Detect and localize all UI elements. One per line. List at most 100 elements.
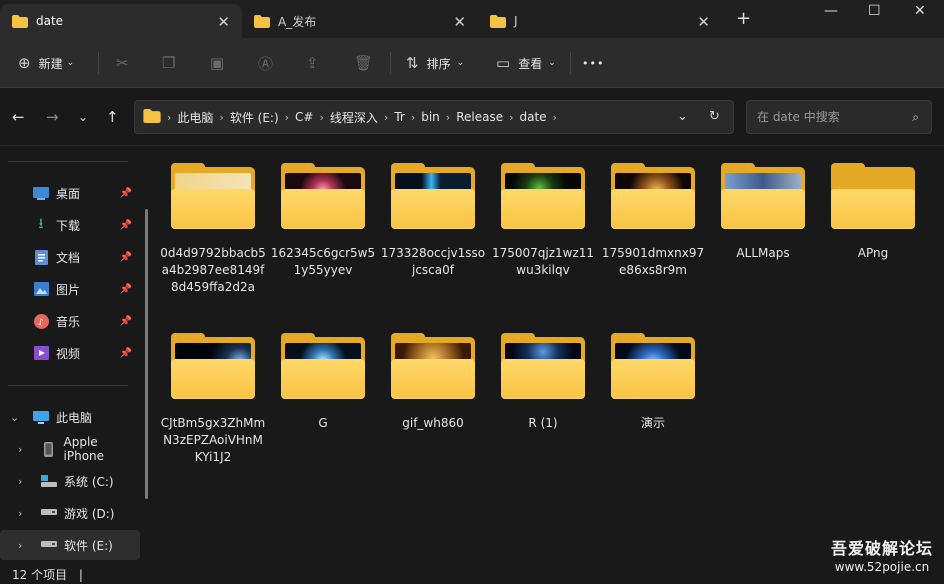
pin-icon[interactable]: 📌 xyxy=(120,188,132,199)
chevron-down-icon: ⌄ xyxy=(548,58,556,68)
copy-icon: ❐ xyxy=(162,54,176,72)
sidebar-item-this-pc[interactable]: ⌄ 此电脑 xyxy=(0,402,140,432)
refresh-icon[interactable]: ↻ xyxy=(709,109,720,124)
address-bar[interactable]: › 此电脑 › 软件 (E:) › C# › 线程深入 › Tr › bin ›… xyxy=(134,100,734,134)
chevron-right-icon: › xyxy=(284,110,290,124)
new-button[interactable]: ⊕ 新建 ⌄ xyxy=(18,50,74,76)
back-arrow-icon[interactable]: ← xyxy=(12,108,25,126)
breadcrumb-item[interactable]: 软件 (E:) xyxy=(230,109,279,126)
pin-icon[interactable]: 📌 xyxy=(120,252,132,263)
pin-icon[interactable]: 📌 xyxy=(120,220,132,231)
folder-item[interactable]: gif_wh860 xyxy=(378,333,488,432)
sidebar-item-drive-c[interactable]: › 系统 (C:) xyxy=(0,466,140,496)
sort-icon: ⇅ xyxy=(406,54,419,72)
folder-name: R (1) xyxy=(528,416,558,430)
folder-item[interactable]: 162345c6gcr5w51y55yyev xyxy=(268,163,378,279)
tab-j[interactable]: J ✕ xyxy=(478,4,722,38)
sidebar-item-desktop[interactable]: 桌面 📌 xyxy=(0,178,140,208)
copy-button[interactable]: ❐ xyxy=(162,50,183,76)
forward-arrow-icon[interactable]: → xyxy=(46,108,59,126)
folder-icon xyxy=(171,163,255,231)
history-chevron-icon[interactable]: ⌄ xyxy=(677,109,688,124)
folder-name: 162345c6gcr5w51y55yyev xyxy=(270,246,376,277)
more-options-button[interactable]: ••• xyxy=(582,50,604,76)
folder-name: 173328occjv1ssojcsca0f xyxy=(380,246,486,277)
chevron-right-icon[interactable]: › xyxy=(18,507,22,520)
search-input[interactable]: 在 date 中搜索 ⌕ xyxy=(746,100,932,134)
sidebar-item-drive-e[interactable]: › 软件 (E:) xyxy=(0,530,140,560)
delete-button[interactable]: 🗑 xyxy=(354,50,381,76)
new-tab-button[interactable]: + xyxy=(736,8,751,29)
folder-name: 175901dmxnx97e86xs8r9m xyxy=(601,246,705,277)
navigation-pane: 桌面 📌 ⭳ 下载 📌 文档 📌 图片 📌 ♪ 音乐 📌 视频 📌 ⌄ 此电脑 … xyxy=(0,147,155,562)
picture-icon xyxy=(32,281,50,297)
folder-icon xyxy=(831,163,915,231)
pin-icon[interactable]: 📌 xyxy=(120,284,132,295)
sidebar-item-drive-d[interactable]: › 游戏 (D:) xyxy=(0,498,140,528)
chevron-right-icon: › xyxy=(319,110,324,124)
pin-icon[interactable]: 📌 xyxy=(120,316,132,327)
sidebar-item-videos[interactable]: 视频 📌 xyxy=(0,338,140,368)
folder-icon xyxy=(143,108,161,126)
folder-item[interactable]: G xyxy=(268,333,378,432)
folder-item[interactable]: ALLMaps xyxy=(708,163,818,262)
sidebar-item-apple-iphone[interactable]: › Apple iPhone xyxy=(0,434,140,464)
folder-item[interactable]: 演示 xyxy=(598,333,708,432)
chevron-right-icon: › xyxy=(509,110,514,124)
close-tab-icon[interactable]: ✕ xyxy=(697,13,710,31)
chevron-down-icon[interactable]: ⌄ xyxy=(10,411,19,424)
navigation-row: ← → ⌄ ↑ › 此电脑 › 软件 (E:) › C# › 线程深入 › Tr… xyxy=(0,88,944,146)
sidebar-item-documents[interactable]: 文档 📌 xyxy=(0,242,140,272)
up-arrow-icon[interactable]: ↑ xyxy=(106,108,119,126)
view-button[interactable]: ▭ 查看 ⌄ xyxy=(496,50,556,76)
maximize-button[interactable]: ☐ xyxy=(868,3,881,19)
folder-name: 175007qjz1wz11wu3kilqv xyxy=(491,246,595,277)
pin-icon[interactable]: 📌 xyxy=(120,348,132,359)
breadcrumb-item[interactable]: date xyxy=(519,110,546,124)
sidebar-item-music[interactable]: ♪ 音乐 📌 xyxy=(0,306,140,336)
chevron-right-icon[interactable]: › xyxy=(18,475,22,488)
folder-item[interactable]: 175901dmxnx97e86xs8r9m xyxy=(598,163,708,279)
breadcrumb-item[interactable]: Release xyxy=(456,110,503,124)
breadcrumb-item[interactable]: 此电脑 xyxy=(177,109,213,126)
sidebar-divider xyxy=(8,385,128,386)
folder-item[interactable]: 0d4d9792bbacb5a4b2987ee8149f8d459ffa2d2a xyxy=(158,163,268,296)
chevron-down-icon: ⌄ xyxy=(456,58,465,68)
phone-icon xyxy=(40,441,58,457)
pc-icon xyxy=(32,409,50,425)
status-bar: 12 个项目 | xyxy=(0,562,944,584)
paste-button[interactable]: ▣ xyxy=(210,50,232,76)
tab-a-release[interactable]: A_发布 ✕ xyxy=(242,4,478,38)
music-icon: ♪ xyxy=(32,313,50,329)
title-bar: date ✕ A_发布 ✕ J ✕ + — ☐ ✕ xyxy=(0,0,944,38)
close-tab-icon[interactable]: ✕ xyxy=(453,13,466,31)
cut-button[interactable]: ✂ xyxy=(116,50,137,76)
folder-icon xyxy=(490,14,506,28)
sort-button[interactable]: ⇅ 排序 ⌄ xyxy=(406,50,464,76)
sidebar-item-pictures[interactable]: 图片 📌 xyxy=(0,274,140,304)
chevron-right-icon[interactable]: › xyxy=(18,539,22,552)
close-window-button[interactable]: ✕ xyxy=(914,3,926,19)
breadcrumb-item[interactable]: bin xyxy=(421,110,440,124)
folder-item[interactable]: APng xyxy=(818,163,928,262)
folder-icon xyxy=(391,163,475,231)
rename-button[interactable]: Ⓐ xyxy=(258,50,281,76)
sidebar-item-downloads[interactable]: ⭳ 下载 📌 xyxy=(0,210,140,240)
folder-item[interactable]: 175007qjz1wz11wu3kilqv xyxy=(488,163,598,279)
folder-item[interactable]: 173328occjv1ssojcsca0f xyxy=(378,163,488,279)
breadcrumb-item[interactable]: 线程深入 xyxy=(330,109,378,126)
minimize-button[interactable]: — xyxy=(824,3,838,19)
toolbar-divider xyxy=(98,52,99,74)
share-button[interactable]: ⇪ xyxy=(306,50,327,76)
chevron-right-icon[interactable]: › xyxy=(18,443,22,456)
folder-icon xyxy=(391,333,475,401)
folder-item[interactable]: R (1) xyxy=(488,333,598,432)
close-tab-icon[interactable]: ✕ xyxy=(217,13,230,31)
tab-date[interactable]: date ✕ xyxy=(0,4,242,38)
recent-chevron-icon[interactable]: ⌄ xyxy=(78,110,88,124)
sidebar-scrollbar[interactable] xyxy=(145,209,148,499)
breadcrumb-item[interactable]: Tr xyxy=(394,110,405,124)
folder-item[interactable]: CJtBm5gx3ZhMmN3zEPZAoiVHnMKYi1J2 xyxy=(158,333,268,466)
breadcrumb-item[interactable]: C# xyxy=(295,110,313,124)
folder-name: ALLMaps xyxy=(736,246,790,260)
